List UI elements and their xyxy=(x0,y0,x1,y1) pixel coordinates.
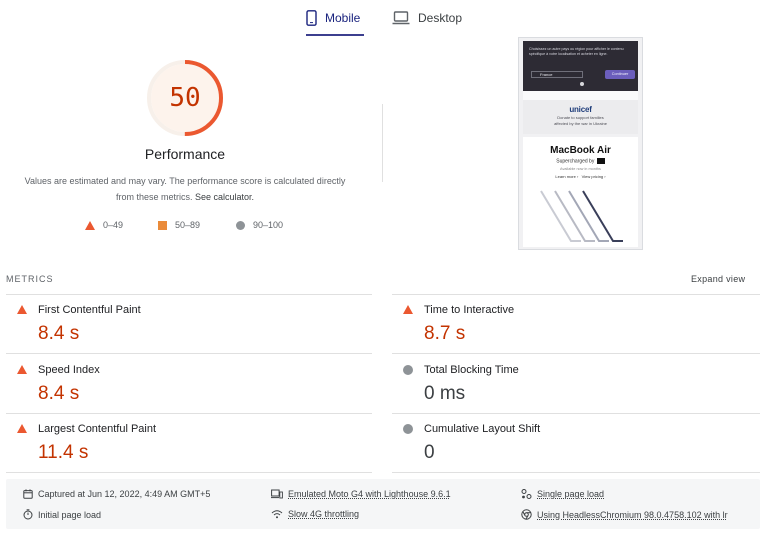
screenshot-country-select: France xyxy=(531,71,583,78)
tab-mobile-label: Mobile xyxy=(325,11,361,25)
see-calculator-link[interactable]: See calculator. xyxy=(195,192,254,202)
legend-pass: 90–100 xyxy=(236,220,283,230)
runtime-settings: Captured at Jun 12, 2022, 4:49 AM GMT+5 … xyxy=(6,479,760,529)
initial-page-load-text: Initial page load xyxy=(38,509,102,520)
metric-speed-index: Speed Index 8.4 s xyxy=(6,355,372,413)
chrome-icon xyxy=(521,509,532,520)
apple-logo-icon xyxy=(580,82,584,86)
tab-desktop[interactable]: Desktop xyxy=(392,0,462,36)
metric-name: First Contentful Paint xyxy=(38,304,141,316)
laptop-icon xyxy=(392,11,410,25)
performance-title: Performance xyxy=(144,146,226,162)
divider xyxy=(382,104,383,182)
emulated-device[interactable]: Emulated Moto G4 with Lighthouse 9.6.1 xyxy=(271,489,451,499)
row-divider xyxy=(6,472,372,473)
laptops-image xyxy=(540,190,623,242)
network-throttling-text: Slow 4G throttling xyxy=(288,509,360,519)
browser-version-text: Using HeadlessChromium 98.0.4758.102 wit… xyxy=(537,509,728,520)
phone-icon xyxy=(306,10,317,26)
metric-name: Total Blocking Time xyxy=(424,364,519,376)
row-divider xyxy=(392,472,760,473)
metric-value: 8.4 s xyxy=(38,383,80,404)
screenshot-unicef-panel: unicef Donate to support families affect… xyxy=(523,100,638,134)
description-text: Values are estimated and may vary. The p… xyxy=(24,176,346,202)
tab-desktop-label: Desktop xyxy=(418,11,463,25)
metric-first-contentful-paint: First Contentful Paint 8.4 s xyxy=(6,295,372,353)
legend-average: 50–89 xyxy=(158,220,200,230)
network-throttling[interactable]: Slow 4G throttling xyxy=(271,509,359,519)
device-tabs: Mobile Desktop xyxy=(0,0,767,36)
learn-more-link: Learn more › xyxy=(555,174,579,180)
unicef-line-2: affected by the war in Ukraine xyxy=(554,121,607,126)
metric-name: Largest Contentful Paint xyxy=(38,423,157,435)
metric-value: 8.4 s xyxy=(38,323,80,344)
screenshot-banner-text: Choisissez un autre pays ou région pour … xyxy=(529,47,624,56)
expand-view-button[interactable]: Expand view xyxy=(691,274,745,284)
timer-icon xyxy=(23,509,33,520)
row-divider xyxy=(392,353,760,354)
triangle-icon xyxy=(85,220,95,230)
chip-icon xyxy=(596,158,605,164)
devices-icon xyxy=(271,489,283,499)
fail-triangle-icon xyxy=(17,365,27,374)
single-page-load-text: Single page load xyxy=(537,489,605,499)
metrics-heading: METRICS xyxy=(6,274,54,284)
final-screenshot: Choisissez un autre pays ou région pour … xyxy=(518,37,643,250)
metric-name: Time to Interactive xyxy=(424,304,515,316)
pass-circle-icon xyxy=(403,424,413,434)
metric-total-blocking-time: Total Blocking Time 0 ms xyxy=(392,355,758,413)
tab-mobile[interactable]: Mobile xyxy=(306,0,364,36)
screenshot-continue-button: Continuer xyxy=(605,70,635,79)
fail-triangle-icon xyxy=(17,424,27,433)
screenshot-nav xyxy=(523,91,638,100)
metric-name: Speed Index xyxy=(38,364,100,376)
screenshot-banner: Choisissez un autre pays ou région pour … xyxy=(523,41,638,91)
score-legend: 0–49 50–89 90–100 xyxy=(0,220,370,232)
metric-value: 8.7 s xyxy=(424,323,466,344)
calendar-icon xyxy=(23,489,33,499)
product-links: Learn more › View pricing › xyxy=(523,174,638,179)
unicef-logo: unicef xyxy=(569,105,592,114)
legend-pass-label: 90–100 xyxy=(253,220,284,230)
legend-fail: 0–49 xyxy=(85,220,123,230)
fail-triangle-icon xyxy=(403,305,413,314)
performance-score: 50 xyxy=(169,83,201,113)
legend-fail-label: 0–49 xyxy=(103,220,124,230)
product-title: MacBook Air xyxy=(550,145,611,156)
browser-version[interactable]: Using HeadlessChromium 98.0.4758.102 wit… xyxy=(521,509,728,520)
metric-value: 0 ms xyxy=(424,383,466,404)
captured-at: Captured at Jun 12, 2022, 4:49 AM GMT+5 xyxy=(23,489,210,499)
product-subtitle: Supercharged by xyxy=(523,158,638,164)
pass-circle-icon xyxy=(403,365,413,375)
product-availability: Available now in months xyxy=(560,167,601,172)
initial-page-load: Initial page load xyxy=(23,509,101,520)
circle-icon xyxy=(236,220,245,230)
legend-average-label: 50–89 xyxy=(175,220,201,230)
product-subtitle-text: Supercharged by xyxy=(556,158,595,165)
row-divider xyxy=(6,353,372,354)
unicef-line-1: Donate to support families xyxy=(557,115,604,120)
performance-description: Values are estimated and may vary. The p… xyxy=(22,173,348,205)
fail-triangle-icon xyxy=(17,305,27,314)
wifi-icon xyxy=(271,509,283,519)
captured-at-text: Captured at Jun 12, 2022, 4:49 AM GMT+5 xyxy=(38,489,211,499)
metric-largest-contentful-paint: Largest Contentful Paint 11.4 s xyxy=(6,414,372,472)
nodes-icon xyxy=(521,489,532,499)
metric-name: Cumulative Layout Shift xyxy=(424,423,541,435)
single-page-load[interactable]: Single page load xyxy=(521,489,604,499)
screenshot-product-panel: MacBook Air Supercharged by Available no… xyxy=(523,137,638,247)
metric-cumulative-layout-shift: Cumulative Layout Shift 0 xyxy=(392,414,758,472)
metric-value: 0 xyxy=(424,442,435,463)
emulated-device-text: Emulated Moto G4 with Lighthouse 9.6.1 xyxy=(288,489,451,499)
metric-value: 11.4 s xyxy=(38,442,89,463)
view-pricing-link: View pricing › xyxy=(581,174,606,180)
metric-time-to-interactive: Time to Interactive 8.7 s xyxy=(392,295,758,353)
square-icon xyxy=(158,220,167,230)
screenshot-select-value: France xyxy=(540,72,553,77)
